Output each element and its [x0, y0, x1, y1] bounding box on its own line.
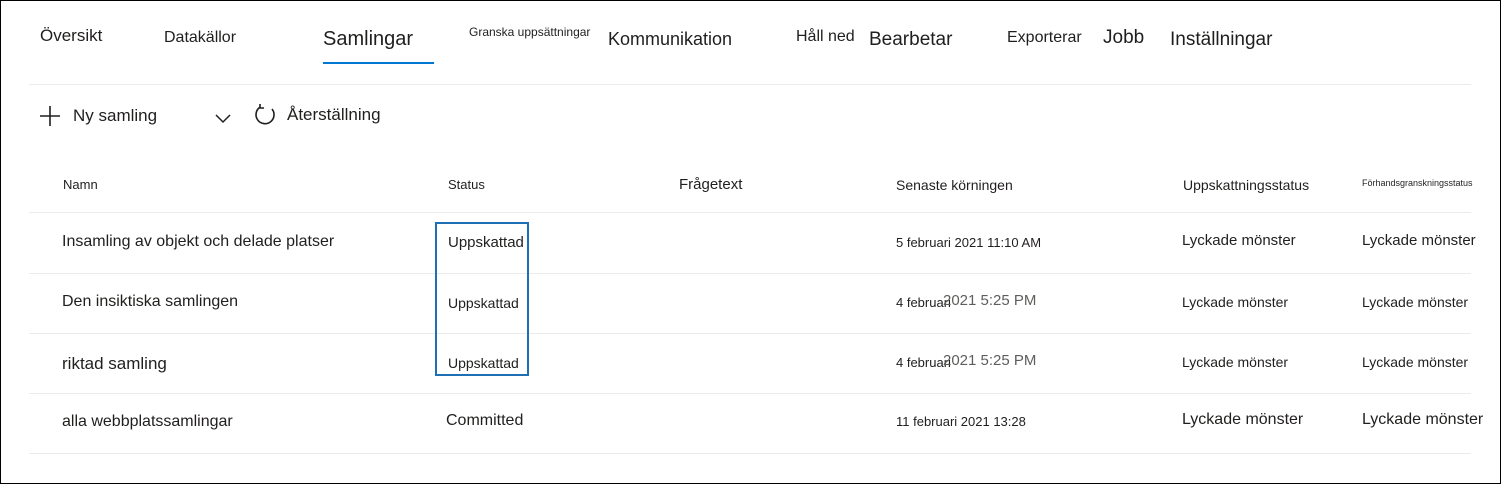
new-collection-button[interactable]: Ny samling: [39, 105, 231, 127]
tab-data-sources[interactable]: Datakällor: [164, 29, 236, 47]
row-name[interactable]: alla webbplatssamlingar: [62, 413, 233, 431]
table-row[interactable]: Insamling av objekt och delade platser U…: [29, 213, 1476, 274]
row-name[interactable]: riktad samling: [62, 354, 167, 374]
nav-divider: [29, 84, 1471, 85]
tab-exports[interactable]: Exporterar: [1007, 29, 1082, 47]
refresh-icon: [253, 103, 277, 127]
row-preview-status: Lyckade mönster: [1362, 411, 1484, 428]
row-last-run: 5 februari 2021 11:10 AM: [896, 235, 1042, 250]
new-collection-label: Ny samling: [73, 106, 158, 125]
tab-communication[interactable]: Kommunikation: [608, 29, 732, 50]
row-status: Uppskattad: [448, 355, 519, 371]
table-row[interactable]: riktad samling Uppskattad 4 februari 202…: [29, 333, 1471, 394]
row-estimate-status: Lyckade mönster: [1182, 294, 1289, 310]
row-status: Uppskattad: [448, 234, 524, 251]
row-preview-status: Lyckade mönster: [1362, 354, 1469, 370]
row-last-run-time: 2021 5:25 PM: [943, 352, 1037, 369]
column-header-last-run[interactable]: Senaste körningen: [896, 177, 1013, 193]
chevron-down-icon[interactable]: [215, 111, 231, 124]
column-header-query[interactable]: Frågetext: [679, 176, 742, 193]
row-estimate-status: Lyckade mönster: [1182, 411, 1304, 428]
row-last-run-time: 2021 5:25 PM: [943, 292, 1037, 309]
row-preview-status: Lyckade mönster: [1362, 294, 1469, 310]
tab-processing[interactable]: Bearbetar: [869, 29, 952, 51]
row-last-run: 11 februari 2021 13:28: [896, 414, 1026, 429]
selected-tab-indicator: [323, 62, 434, 64]
row-name[interactable]: Den insiktiska samlingen: [62, 293, 238, 311]
refresh-label: Återställning: [287, 105, 381, 124]
tab-holds[interactable]: Håll ned: [796, 28, 855, 46]
table-row[interactable]: alla webbplatssamlingar Committed 11 feb…: [29, 393, 1483, 454]
column-header-status[interactable]: Status: [448, 177, 485, 192]
tab-jobs[interactable]: Jobb: [1103, 27, 1144, 49]
plus-icon: [39, 105, 61, 127]
column-header-name[interactable]: Namn: [63, 177, 98, 192]
tab-review-sets[interactable]: Granska uppsättningar: [469, 25, 590, 39]
row-status: Uppskattad: [448, 295, 519, 311]
row-preview-status: Lyckade mönster: [1362, 232, 1476, 249]
row-estimate-status: Lyckade mönster: [1182, 232, 1296, 249]
tab-overview[interactable]: Översikt: [40, 26, 102, 46]
column-header-preview-status[interactable]: Förhandsgranskningsstatus: [1362, 178, 1473, 188]
table-row[interactable]: Den insiktiska samlingen Uppskattad 4 fe…: [29, 273, 1471, 334]
column-header-estimate-status[interactable]: Uppskattningsstatus: [1183, 177, 1309, 193]
tab-collections[interactable]: Samlingar: [323, 28, 413, 51]
row-status: Committed: [446, 412, 524, 429]
row-estimate-status: Lyckade mönster: [1182, 354, 1289, 370]
app-frame: Översikt Datakällor Samlingar Granska up…: [0, 0, 1501, 484]
row-name[interactable]: Insamling av objekt och delade platser: [62, 233, 334, 251]
tab-settings[interactable]: Inställningar: [1170, 29, 1272, 51]
refresh-button[interactable]: Återställning: [253, 103, 381, 127]
